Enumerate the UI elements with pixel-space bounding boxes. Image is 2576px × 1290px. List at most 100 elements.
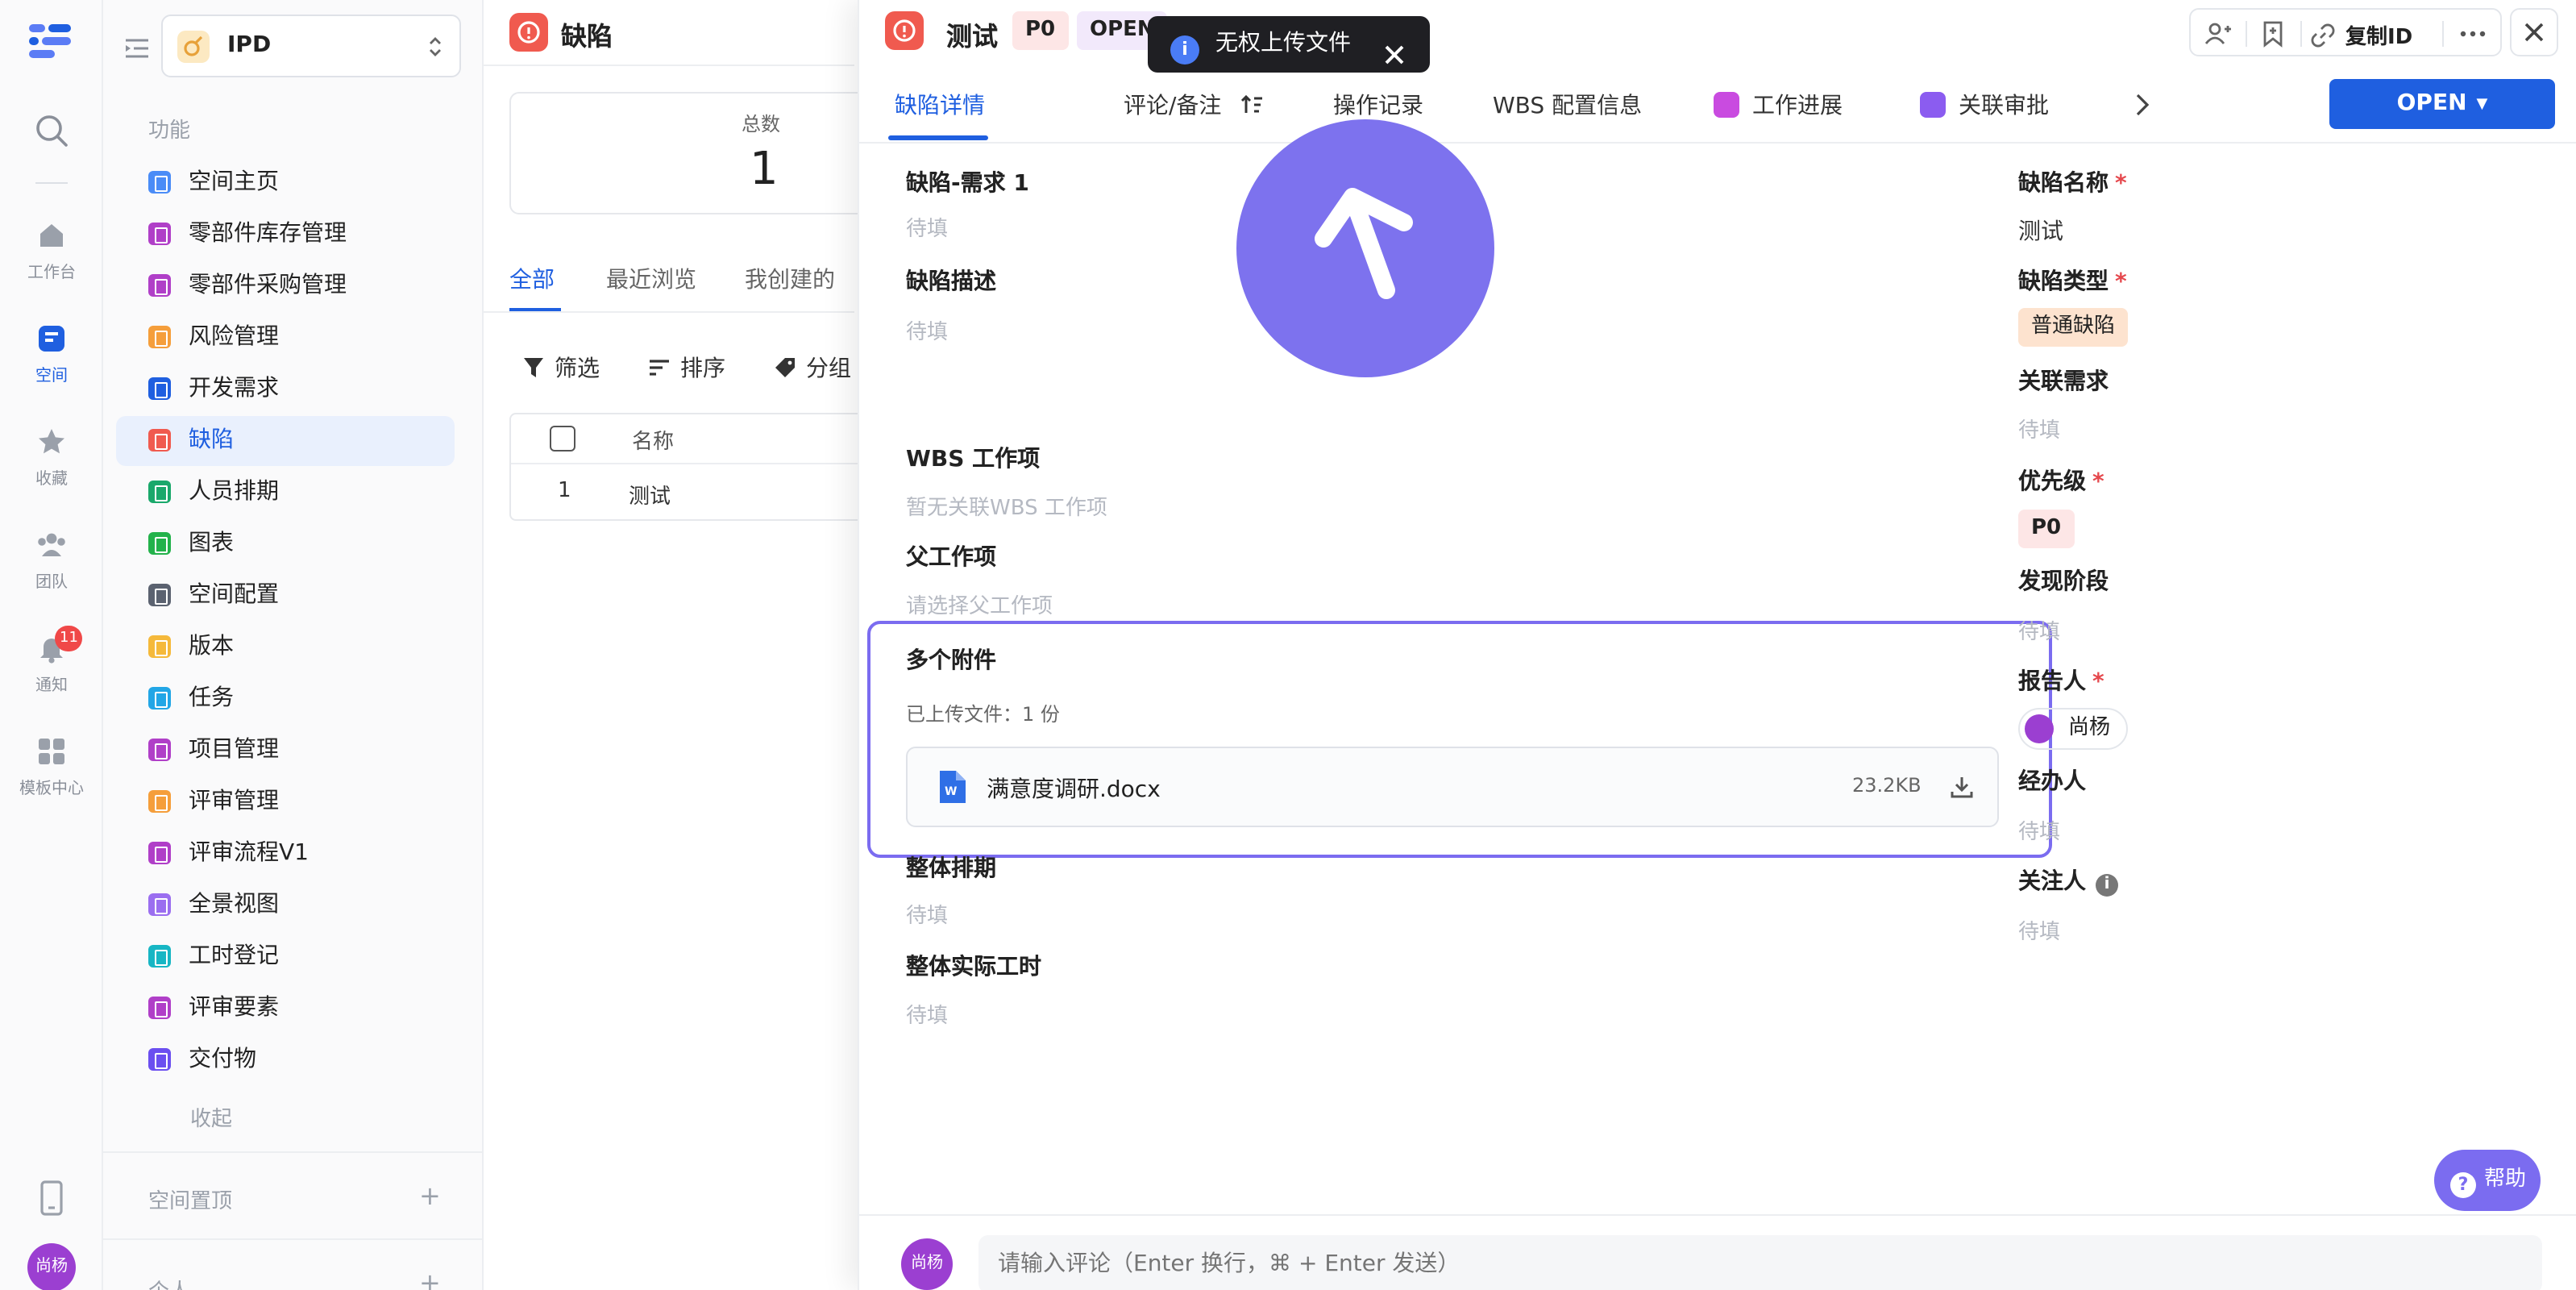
sidebar-item[interactable]: 任务: [116, 674, 455, 724]
sidebar-item[interactable]: 项目管理: [116, 726, 455, 776]
description-value[interactable]: 待填: [906, 314, 948, 345]
sidebar-item[interactable]: 交付物: [116, 1035, 455, 1085]
rail-item-favorites[interactable]: 收藏: [0, 426, 103, 489]
rail-item-templates[interactable]: 模板中心: [0, 735, 103, 798]
select-all-checkbox[interactable]: [550, 426, 575, 452]
rail-item-workbench[interactable]: 工作台: [0, 219, 103, 282]
discovery-stage-value[interactable]: 待填: [2018, 614, 2060, 645]
info-icon[interactable]: i: [2096, 874, 2118, 897]
tab-work-progress[interactable]: 工作进展: [1714, 89, 1843, 121]
filter-button[interactable]: 筛选: [522, 352, 600, 384]
sidebar-item-label: 版本: [189, 634, 234, 660]
sidebar-item-label: 开发需求: [189, 376, 279, 402]
group-button[interactable]: 分组: [774, 352, 851, 384]
actual-hours-value[interactable]: 待填: [906, 998, 948, 1029]
tab-wbs-config[interactable]: WBS 配置信息: [1493, 89, 1642, 121]
tabs-divider: [859, 142, 2576, 144]
space-name: IPD: [227, 32, 272, 58]
sidebar-item[interactable]: 人员排期: [116, 468, 455, 518]
sidebar-item[interactable]: 评审流程V1: [116, 829, 455, 879]
followers-value[interactable]: 待填: [2018, 914, 2060, 945]
file-name[interactable]: 满意度调研.docx: [987, 772, 1161, 805]
priority-value-tag[interactable]: P0: [2018, 510, 2075, 548]
defect-name-value[interactable]: 测试: [2018, 214, 2063, 247]
more-icon[interactable]: [2455, 19, 2491, 48]
tab-linked-approvals[interactable]: 关联审批: [1920, 89, 2049, 121]
linked-requirement-value[interactable]: 待填: [906, 211, 948, 242]
search-icon[interactable]: [34, 113, 69, 148]
toast-close-icon[interactable]: [1383, 32, 1406, 64]
close-icon: [2524, 23, 2544, 42]
tab-comments[interactable]: 评论/备注: [1124, 89, 1264, 121]
help-button[interactable]: ? 帮助: [2434, 1150, 2541, 1211]
wbs-item-label: WBS 工作项: [906, 447, 1041, 472]
attachment-file-row[interactable]: W 满意度调研.docx 23.2KB: [906, 747, 1999, 827]
personal-section-title: 个人: [148, 1274, 190, 1290]
drawer-title[interactable]: 测试: [946, 15, 998, 53]
user-avatar[interactable]: 尚杨: [27, 1243, 76, 1290]
sidebar-item[interactable]: 版本: [116, 622, 455, 672]
sidebar-item[interactable]: 全景视图: [116, 880, 455, 930]
sort-button[interactable]: 排序: [648, 352, 725, 384]
reporter-chip[interactable]: 尚杨: [2018, 708, 2129, 750]
sidebar-item[interactable]: 开发需求: [116, 364, 455, 414]
bookmark-icon[interactable]: [2258, 19, 2287, 48]
add-personal-icon[interactable]: +: [419, 1270, 441, 1290]
members-icon[interactable]: [2204, 19, 2233, 48]
attachments-label: 多个附件: [906, 648, 996, 674]
sidebar-item[interactable]: 评审管理: [116, 777, 455, 827]
mobile-icon[interactable]: [37, 1180, 66, 1216]
sidebar-item[interactable]: 图表: [116, 519, 455, 569]
star-icon: [39, 429, 64, 454]
total-label: 总数: [742, 113, 781, 135]
space-selector[interactable]: IPD: [161, 15, 461, 77]
related-requirement-label: 关联需求: [2018, 369, 2109, 395]
collapse-link[interactable]: 收起: [190, 1101, 232, 1132]
app-logo[interactable]: [29, 23, 74, 58]
defect-type-tag[interactable]: 普通缺陷: [2018, 308, 2129, 347]
sidebar-item[interactable]: 评审要素: [116, 984, 455, 1034]
sidebar-item[interactable]: 零部件采购管理: [116, 261, 455, 311]
download-icon[interactable]: [1949, 774, 1975, 800]
tab-defect-details[interactable]: 缺陷详情: [895, 89, 985, 121]
link-icon: [2311, 23, 2335, 48]
tab-all[interactable]: 全部: [509, 263, 555, 295]
sidebar-item[interactable]: 风险管理: [116, 313, 455, 363]
tab-activity-log[interactable]: 操作记录: [1333, 89, 1423, 121]
wbs-item-value[interactable]: 暂无关联WBS 工作项: [906, 490, 1107, 521]
tabs-scroll-right-icon[interactable]: [2129, 90, 2155, 119]
status-dropdown-button[interactable]: OPEN ▼: [2329, 79, 2555, 129]
space-logo-icon: [177, 31, 210, 63]
description-label: 缺陷描述: [906, 269, 996, 295]
notification-badge: 11: [55, 626, 83, 651]
close-drawer-button[interactable]: [2510, 8, 2558, 56]
priority-tag: P0: [1012, 11, 1069, 50]
sidebar-item[interactable]: 缺陷: [116, 416, 455, 466]
related-requirement-value[interactable]: 待填: [2018, 413, 2060, 443]
handler-value[interactable]: 待填: [2018, 814, 2060, 845]
overall-schedule-value[interactable]: 待填: [906, 898, 948, 929]
sidebar-divider-2: [103, 1238, 484, 1240]
tab-recent[interactable]: 最近浏览: [606, 263, 696, 295]
attachments-section[interactable]: 多个附件 已上传文件：1 份 W 满意度调研.docx 23.2KB: [867, 621, 2052, 858]
rail-item-team[interactable]: 团队: [0, 529, 103, 592]
defect-list-panel: 缺陷 总数 1 全部 最近浏览 我创建的 筛选 排序 分组 名称 1 测试: [484, 0, 882, 1290]
copy-id-button[interactable]: 复制ID: [2310, 19, 2412, 50]
comment-input[interactable]: [978, 1235, 2542, 1290]
sort-icon: [650, 360, 669, 376]
module-icon: [148, 274, 171, 297]
rail-item-notifications[interactable]: 通知 11: [0, 626, 103, 695]
table-row[interactable]: 1 测试: [511, 464, 882, 519]
add-pinned-icon[interactable]: +: [419, 1183, 441, 1209]
tab-mine[interactable]: 我创建的: [745, 263, 835, 295]
sidebar-item[interactable]: 工时登记: [116, 932, 455, 982]
sidebar-item[interactable]: 空间主页: [116, 158, 455, 208]
info-icon: i: [1170, 35, 1199, 64]
sidebar-item[interactable]: 零部件库存管理: [116, 210, 455, 260]
sidebar-item[interactable]: 空间配置: [116, 571, 455, 621]
collapse-sidebar-icon[interactable]: [124, 35, 150, 58]
parent-item-value[interactable]: 请选择父工作项: [906, 589, 1053, 619]
rail-item-space[interactable]: 空间: [0, 322, 103, 385]
module-icon: [148, 635, 171, 658]
toast-message: i 无权上传文件: [1148, 16, 1430, 73]
